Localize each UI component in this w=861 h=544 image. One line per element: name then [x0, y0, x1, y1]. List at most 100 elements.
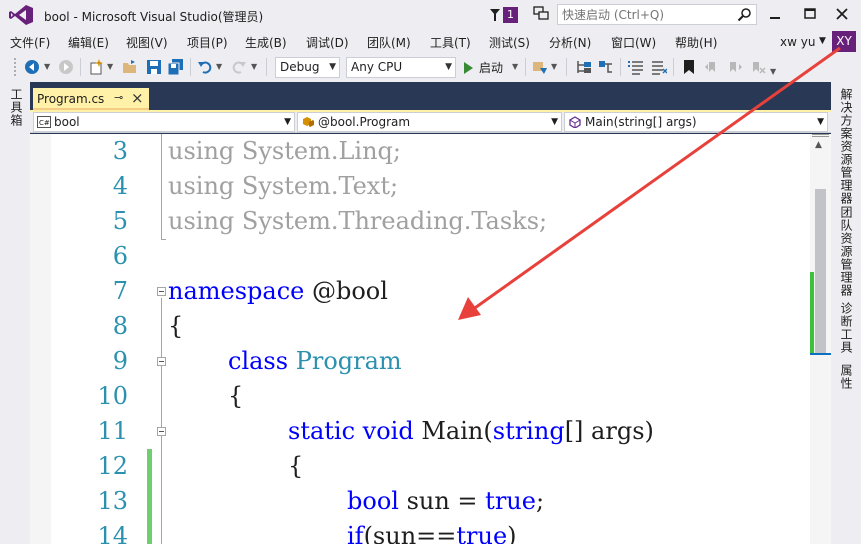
line-code: using System.Linq;: [168, 137, 401, 165]
code-line: 8 {: [30, 309, 810, 344]
toolbar-separator: [190, 58, 191, 76]
chevron-down-icon[interactable]: ▼: [107, 62, 113, 71]
team-explorer-tab[interactable]: 团队资源管理器: [838, 206, 855, 297]
chevron-down-icon[interactable]: ▼: [551, 62, 557, 71]
menu-edit[interactable]: 编辑(E): [68, 34, 109, 51]
clear-bookmarks-icon[interactable]: [750, 59, 766, 75]
chevron-down-icon[interactable]: ▼: [44, 62, 50, 71]
back-icon[interactable]: [24, 59, 40, 75]
toolbox-tab[interactable]: 工具箱: [8, 88, 25, 127]
csharp-project-icon: C#: [37, 116, 51, 128]
visual-studio-logo: [9, 5, 33, 25]
menu-build[interactable]: 生成(B): [245, 34, 287, 51]
line-code: class Program: [228, 344, 402, 379]
start-debugging-button[interactable]: 启动: [464, 57, 503, 78]
scrollbar-thumb[interactable]: [815, 189, 826, 354]
chevron-down-icon: ▼: [817, 117, 824, 127]
type-name: Program: [295, 347, 402, 375]
redo-icon[interactable]: [231, 59, 247, 75]
undo-icon[interactable]: [197, 59, 213, 75]
keyword: namespace: [168, 277, 305, 305]
diagnostic-tools-tab[interactable]: 诊断工具: [838, 302, 855, 354]
previous-bookmark-icon[interactable]: [704, 59, 720, 75]
menu-team[interactable]: 团队(M): [367, 34, 411, 51]
type-name: @bool.Program: [318, 115, 411, 129]
minimize-button[interactable]: [764, 5, 786, 23]
menu-project[interactable]: 项目(P): [187, 34, 228, 51]
identifier: @bool: [304, 277, 388, 305]
line-number: 5: [112, 207, 128, 235]
forward-icon[interactable]: [58, 59, 74, 75]
account-name[interactable]: xw yu: [780, 35, 815, 49]
code-editor[interactable]: 3 using System.Linq; 4 using System.Text…: [30, 134, 810, 544]
uncomment-lines-icon[interactable]: [651, 59, 667, 75]
line-code: using System.Text;: [168, 172, 399, 200]
quick-launch-input[interactable]: [562, 7, 732, 22]
menu-test[interactable]: 测试(S): [489, 34, 530, 51]
document-tab-program-cs[interactable]: Program.cs ⊸ ×: [33, 88, 149, 110]
document-well: Program.cs ⊸ × C# bool ▼ @bool.Program ▼…: [30, 82, 831, 544]
right-tool-strip: 解决方案资源管理器 团队资源管理器 诊断工具 属性: [831, 82, 861, 544]
properties-tab[interactable]: 属性: [838, 364, 855, 390]
platform-dropdown[interactable]: Any CPU ▼: [346, 57, 456, 78]
toolbar-grip[interactable]: [13, 57, 17, 77]
type-dropdown[interactable]: @bool.Program ▼: [297, 112, 562, 132]
member-name: Main(string[] args): [585, 115, 697, 129]
chevron-down-icon[interactable]: ▼: [512, 62, 518, 71]
menu-tools[interactable]: 工具(T): [430, 34, 471, 51]
flag-icon: [490, 9, 500, 21]
toolbar-separator: [80, 58, 81, 76]
feedback-icon[interactable]: [532, 5, 550, 23]
line-number: 14: [97, 522, 128, 544]
save-all-icon[interactable]: [168, 59, 184, 75]
menu-view[interactable]: 视图(V): [126, 34, 168, 51]
avatar[interactable]: XY: [832, 31, 856, 52]
notifications[interactable]: 1: [489, 6, 518, 24]
toolbar-separator: [266, 58, 267, 76]
keyword: true: [456, 522, 508, 544]
menu-debug[interactable]: 调试(D): [306, 34, 349, 51]
toolbar-overflow-icon[interactable]: ▼: [770, 67, 776, 76]
line-code: {: [228, 382, 244, 410]
browser-link-icon[interactable]: [532, 59, 548, 75]
close-button[interactable]: [831, 5, 853, 23]
statement: sun =: [398, 487, 486, 515]
line-code: static void Main(string[] args): [288, 417, 654, 445]
parameters: [] args): [564, 417, 654, 445]
menu-analyze[interactable]: 分析(N): [549, 34, 591, 51]
menu-window[interactable]: 窗口(W): [611, 34, 656, 51]
maximize-button[interactable]: [799, 5, 821, 23]
code-line: 13 bool sun = true;: [30, 484, 810, 519]
code-line: 14 if(sun==true): [30, 519, 810, 544]
keyword: if: [347, 522, 364, 544]
window-title: bool - Microsoft Visual Studio(管理员): [44, 10, 264, 24]
chevron-down-icon[interactable]: ▼: [216, 62, 222, 71]
scroll-up-icon[interactable]: ▲: [815, 140, 822, 150]
quick-launch[interactable]: [557, 4, 757, 25]
configuration-dropdown[interactable]: Debug ▼: [275, 57, 340, 78]
save-icon[interactable]: [146, 59, 162, 75]
chevron-down-icon[interactable]: ▼: [819, 36, 826, 46]
open-file-icon[interactable]: [122, 59, 138, 75]
standard-toolbar: ▼ ▼ ▼ ▼ Debug ▼ Any CPU ▼ 启动 ▼ ▼ ▼: [0, 53, 861, 82]
next-bookmark-icon[interactable]: [727, 59, 743, 75]
comment-lines-icon[interactable]: [628, 59, 644, 75]
menu-help[interactable]: 帮助(H): [675, 34, 717, 51]
splitter-handle[interactable]: [812, 134, 829, 137]
solution-explorer-tab[interactable]: 解决方案资源管理器: [838, 88, 855, 205]
menu-file[interactable]: 文件(F): [10, 34, 50, 51]
new-project-icon[interactable]: [88, 59, 104, 75]
toolbar-separator: [525, 58, 526, 76]
member-dropdown[interactable]: Main(string[] args) ▼: [564, 112, 828, 132]
close-icon[interactable]: ×: [131, 89, 144, 107]
chevron-down-icon[interactable]: ▼: [251, 62, 257, 71]
search-icon[interactable]: [737, 7, 752, 22]
project-dropdown[interactable]: C# bool ▼: [33, 112, 295, 132]
configuration-value: Debug: [280, 60, 320, 74]
class-view-icon[interactable]: [598, 59, 614, 75]
pin-icon[interactable]: ⊸: [114, 91, 123, 104]
vertical-scrollbar[interactable]: ▲: [810, 134, 831, 544]
solution-explorer-icon[interactable]: [576, 59, 592, 75]
bookmark-icon[interactable]: [681, 59, 697, 75]
chevron-down-icon: ▼: [551, 117, 558, 127]
